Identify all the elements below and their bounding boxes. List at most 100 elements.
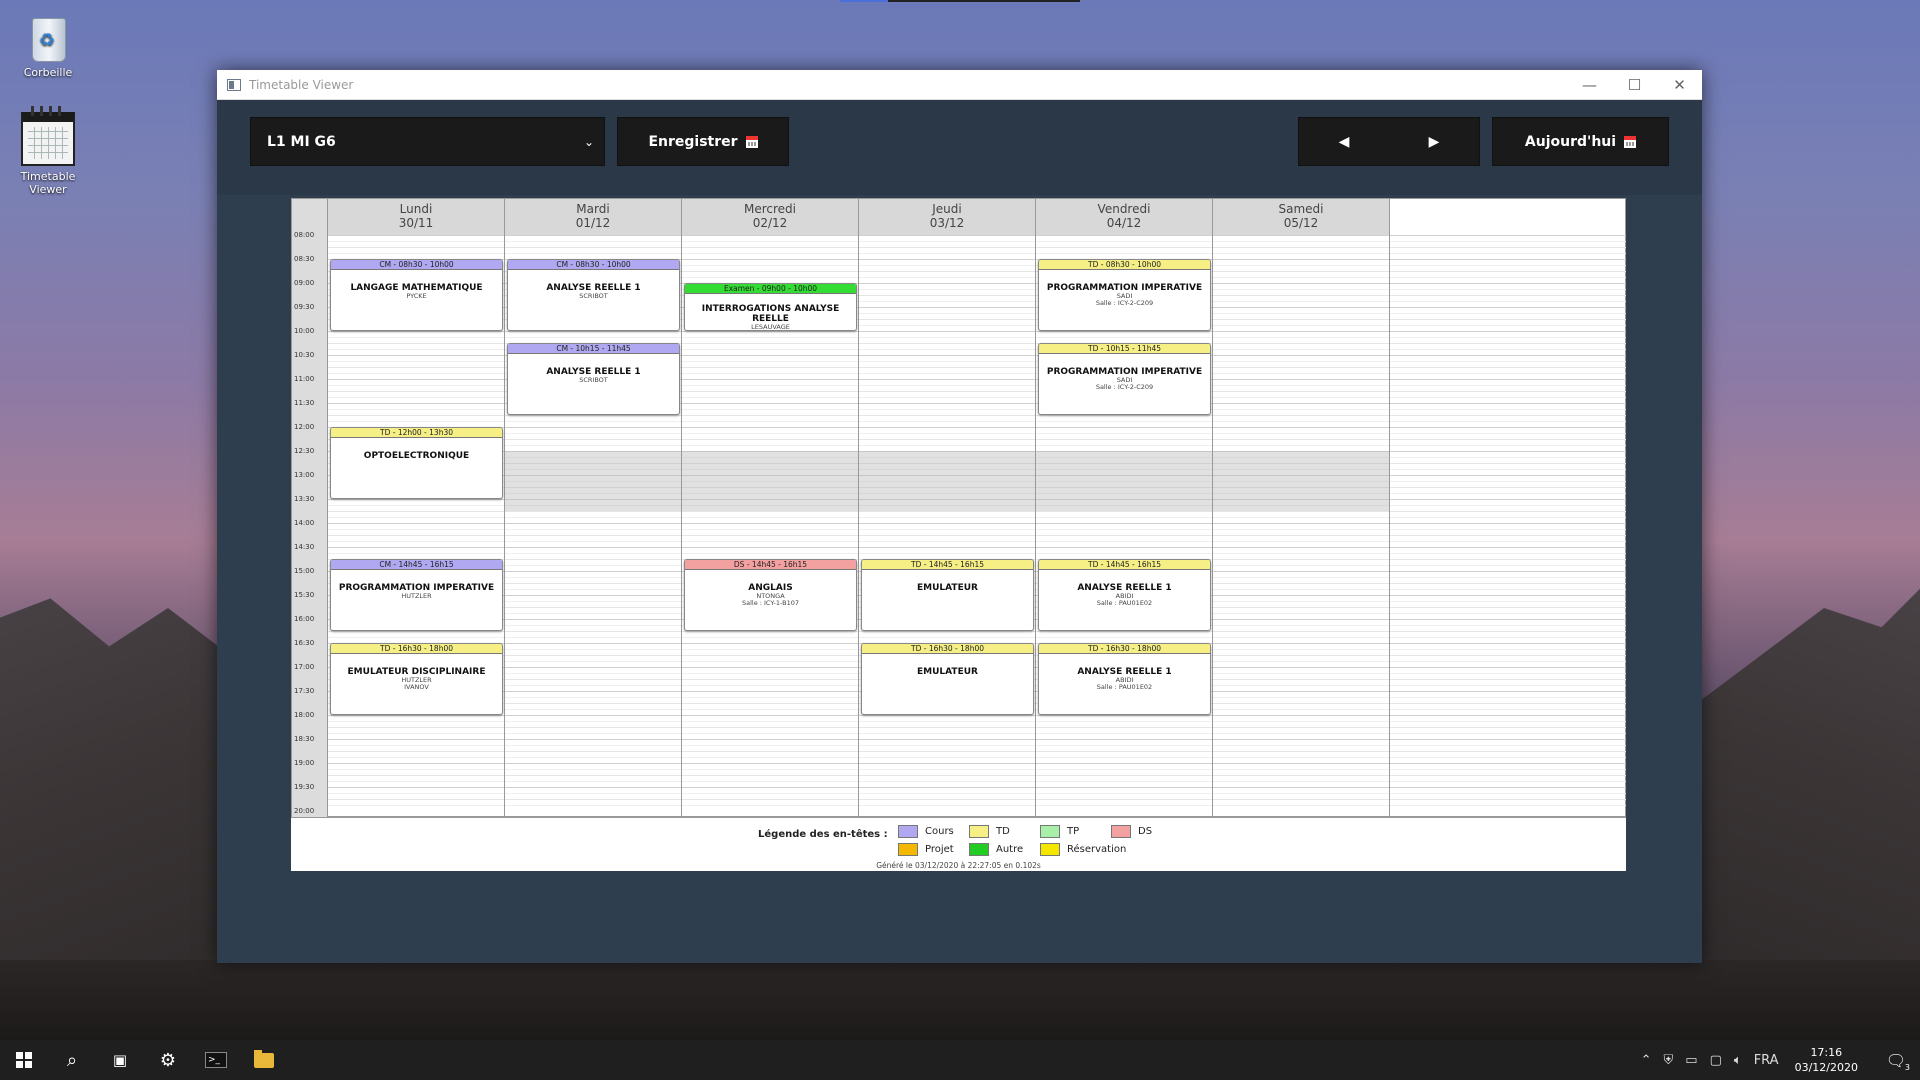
time-label: 11:30 <box>294 399 315 407</box>
day-date: 04/12 <box>1106 216 1142 230</box>
group-select[interactable]: L1 MI G6 ⌄ <box>250 117 605 166</box>
day-header: Mercredi 02/12 <box>682 199 859 235</box>
event-card[interactable]: TD - 12h00 - 13h30 OPTOELECTRONIQUE <box>330 427 503 499</box>
language-indicator[interactable]: FRA <box>1754 1053 1779 1068</box>
legend-label: Réservation <box>1067 844 1127 855</box>
calendar-icon <box>745 135 758 148</box>
time-label: 08:30 <box>294 255 315 263</box>
terminal-button[interactable]: >_ <box>192 1040 240 1080</box>
time-label: 13:00 <box>294 471 315 479</box>
event-room: Salle : ICY-1-B107 <box>741 599 800 607</box>
time-column: 08:00 08:30 09:00 09:30 10:00 10:30 11:00 11:30… <box>292 199 328 818</box>
today-button-label: Aujourd'hui <box>1524 133 1617 150</box>
event-card[interactable]: Examen - 09h00 - 10h00 INTERROGATIONS ANA… <box>684 283 857 331</box>
legend-label: Cours <box>925 826 954 837</box>
event-course-name: EMULATEUR <box>917 583 978 593</box>
clock-date: 03/12/2020 <box>1794 1061 1858 1074</box>
event-header: TD - 16h30 - 18h00 <box>1039 644 1210 654</box>
time-label: 17:30 <box>294 687 315 695</box>
legend-swatch <box>969 825 989 838</box>
system-tray: ⌃ ⛨ ▭ ▢ 🔈︎ FRA 17:16 03/12/2020 🗨︎ 3 <box>1635 1040 1920 1080</box>
event-header: TD - 12h00 - 13h30 <box>331 428 502 438</box>
event-card[interactable]: TD - 08h30 - 10h00 PROGRAMMATION IMPERATI… <box>1038 259 1211 331</box>
start-button[interactable] <box>0 1040 48 1080</box>
notification-center-button[interactable]: 🗨︎ 3 <box>1872 1040 1920 1080</box>
toolbar: L1 MI G6 ⌄ Enregistrer ◀ ▶ Aujourd'hui <box>217 100 1702 195</box>
wallpaper-ground <box>0 960 1920 1040</box>
day-header: Lundi 30/11 <box>328 199 505 235</box>
calendar-icon <box>1624 135 1637 148</box>
battery-icon[interactable]: ▭ <box>1685 1053 1697 1068</box>
previous-week-button[interactable]: ◀ <box>1298 117 1389 166</box>
day-date: 03/12 <box>929 216 965 230</box>
event-header: DS - 14h45 - 16h15 <box>685 560 856 570</box>
event-card[interactable]: CM - 08h30 - 10h00 ANALYSE REELLE 1 SCRIBO… <box>507 259 680 331</box>
day-date: 30/11 <box>398 216 434 230</box>
event-card[interactable]: TD - 14h45 - 16h15 ANALYSE REELLE 1 ABIDI S… <box>1038 559 1211 631</box>
save-button[interactable]: Enregistrer <box>617 117 789 166</box>
maximize-button[interactable]: ☐ <box>1612 70 1657 100</box>
legend-label: DS <box>1138 826 1153 837</box>
time-label: 11:00 <box>294 375 315 383</box>
event-course-name: OPTOELECTRONIQUE <box>363 451 470 461</box>
event-header: CM - 08h30 - 10h00 <box>508 260 679 270</box>
search-button[interactable]: ⌕ <box>48 1040 96 1080</box>
event-teacher: HUTZLER <box>401 592 432 600</box>
chevron-up-icon[interactable]: ⌃ <box>1641 1053 1652 1068</box>
file-explorer-button[interactable] <box>240 1040 288 1080</box>
windows-logo-icon <box>16 1052 32 1068</box>
day-name: Lundi <box>399 202 433 216</box>
event-card[interactable]: CM - 14h45 - 16h15 PROGRAMMATION IMPERATI… <box>330 559 503 631</box>
network-icon[interactable]: ▢ <box>1710 1053 1722 1068</box>
event-room: Salle : PAU01E02 <box>1096 683 1153 691</box>
event-card[interactable]: TD - 16h30 - 18h00 EMULATEUR DISCIPLINAIR… <box>330 643 503 715</box>
search-icon: ⌕ <box>66 1049 78 1071</box>
desktop-icon-label: Timetable Viewer <box>20 170 76 196</box>
window-title: Timetable Viewer <box>249 77 354 92</box>
legend-swatch <box>1040 825 1060 838</box>
event-teacher: SCRIBOT <box>579 376 608 384</box>
event-card[interactable]: DS - 14h45 - 16h15 ANGLAIS NTONGA Salle : I… <box>684 559 857 631</box>
close-button[interactable]: ✕ <box>1657 70 1702 100</box>
event-card[interactable]: TD - 16h30 - 18h00 ANALYSE REELLE 1 ABIDI S… <box>1038 643 1211 715</box>
timetable-grid: 08:00 08:30 09:00 09:30 10:00 10:30 11:00 11:30… <box>291 198 1626 818</box>
time-label: 18:30 <box>294 735 315 743</box>
day-name: Mardi <box>576 202 610 216</box>
event-card[interactable]: TD - 10h15 - 11h45 PROGRAMMATION IMPERATI… <box>1038 343 1211 415</box>
task-view-button[interactable]: ▣ <box>96 1040 144 1080</box>
legend-title: Légende des en-têtes : <box>758 829 888 840</box>
recycle-bin-icon <box>26 10 70 62</box>
event-teacher: PYCKE <box>406 292 427 300</box>
day-header: Samedi 05/12 <box>1213 199 1390 235</box>
legend-item-tp: TP <box>1040 825 1079 838</box>
legend-swatch <box>969 843 989 856</box>
day-date: 05/12 <box>1283 216 1319 230</box>
chevron-down-icon: ⌄ <box>583 134 594 149</box>
minimize-button[interactable]: — <box>1567 70 1612 100</box>
legend-item-td: TD <box>969 825 1010 838</box>
desktop-icon-recycle-bin[interactable]: Corbeille <box>2 10 94 79</box>
time-label: 18:00 <box>294 711 315 719</box>
event-card[interactable]: TD - 14h45 - 16h15 EMULATEUR <box>861 559 1034 631</box>
legend-swatch <box>1040 843 1060 856</box>
desktop-icon-timetable-viewer[interactable]: Timetable Viewer <box>2 106 94 196</box>
notification-count: 3 <box>1904 1063 1910 1072</box>
time-label: 14:30 <box>294 543 315 551</box>
settings-button[interactable]: ⚙ <box>144 1040 192 1080</box>
legend-item-autre: Autre <box>969 843 1023 856</box>
event-header: TD - 14h45 - 16h15 <box>1039 560 1210 570</box>
event-card[interactable]: TD - 16h30 - 18h00 EMULATEUR <box>861 643 1034 715</box>
day-header: Vendredi 04/12 <box>1036 199 1213 235</box>
volume-icon[interactable]: 🔈︎ <box>1734 1053 1742 1068</box>
today-button[interactable]: Aujourd'hui <box>1492 117 1669 166</box>
event-header: CM - 08h30 - 10h00 <box>331 260 502 270</box>
timetable-viewer-window: Timetable Viewer — ☐ ✕ L1 MI G6 ⌄ Enregi… <box>217 70 1702 963</box>
security-icon[interactable]: ⛨ <box>1664 1053 1674 1068</box>
next-week-button[interactable]: ▶ <box>1389 117 1480 166</box>
event-card[interactable]: CM - 10h15 - 11h45 ANALYSE REELLE 1 SCRIBO… <box>507 343 680 415</box>
clock[interactable]: 17:16 03/12/2020 <box>1795 1045 1858 1075</box>
event-card[interactable]: CM - 08h30 - 10h00 LANGAGE MATHEMATIQUE PY… <box>330 259 503 331</box>
event-header: TD - 16h30 - 18h00 <box>331 644 502 654</box>
day-header: Mardi 01/12 <box>505 199 682 235</box>
window-titlebar[interactable]: Timetable Viewer — ☐ ✕ <box>217 70 1702 100</box>
